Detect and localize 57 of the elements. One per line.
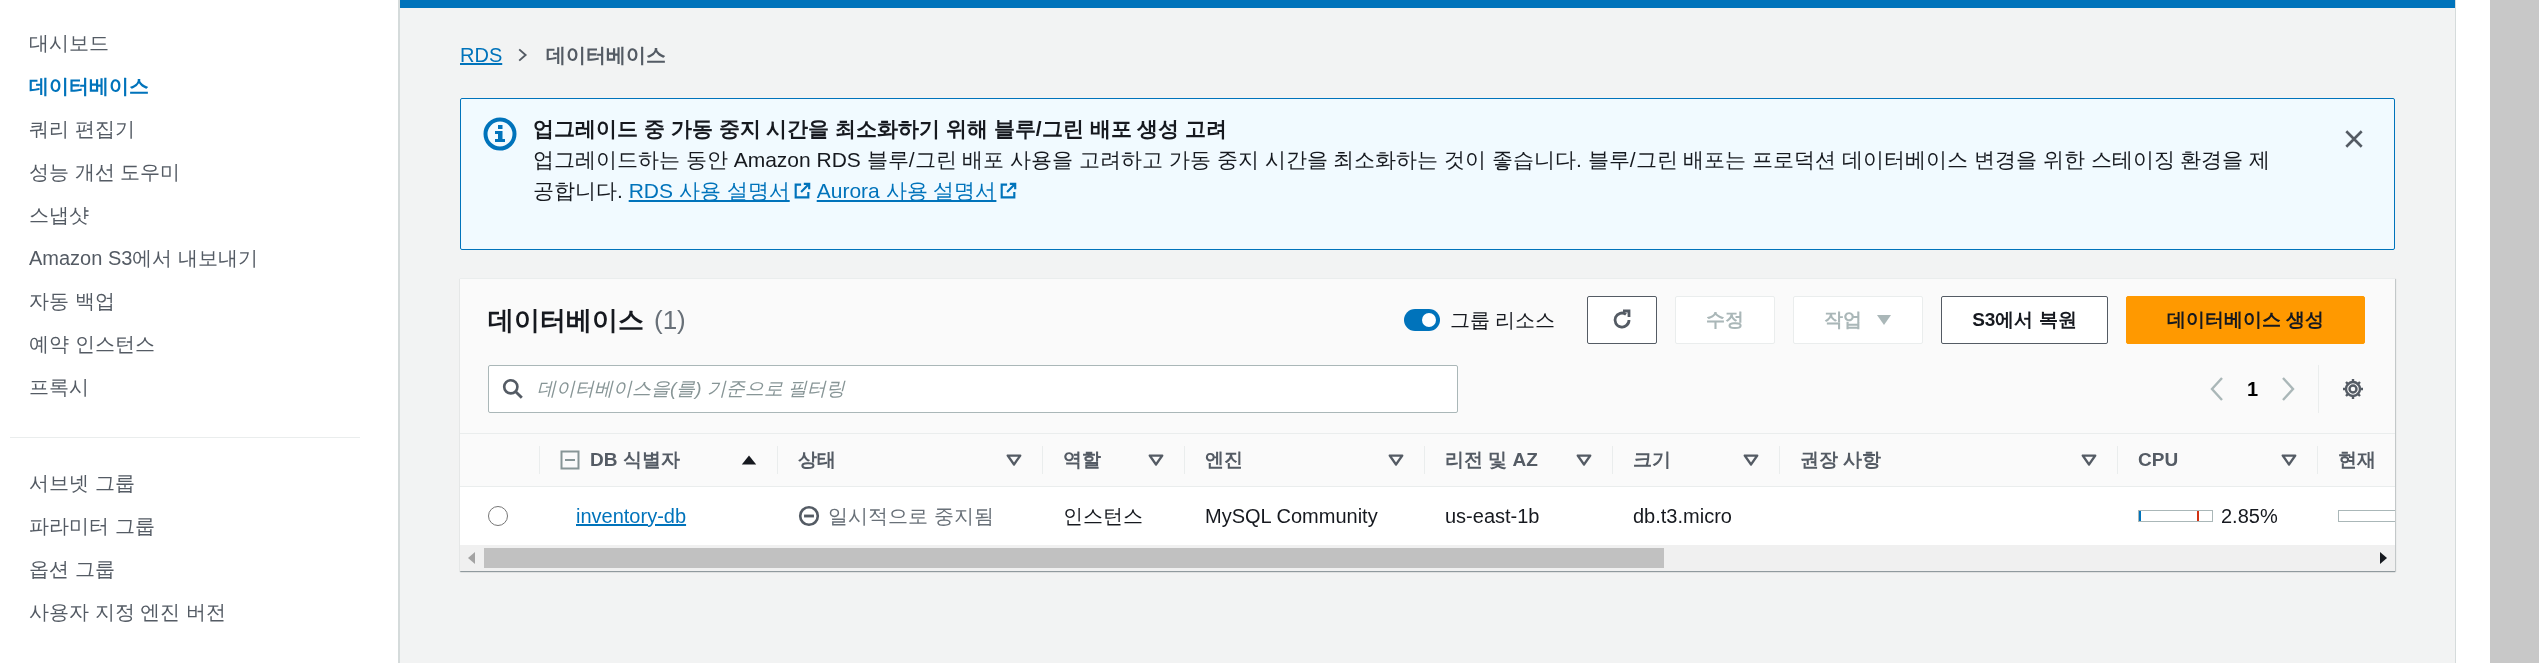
table-cell-text: us-east-1b [1444, 503, 1541, 529]
toggle-label: 그룹 리소스 [1449, 307, 1556, 333]
search-icon [502, 378, 524, 400]
column-header[interactable]: CPU [2118, 433, 2318, 487]
sidebar-item[interactable]: 예약 인스턴스 [0, 323, 398, 366]
breadcrumb-link[interactable]: RDS [460, 43, 503, 67]
column-header[interactable]: 엔진 [1185, 433, 1425, 487]
sidebar-item[interactable]: 대시보드 [0, 22, 398, 65]
settings-button[interactable] [2341, 377, 2365, 401]
breadcrumb-current: 데이터베이스 [546, 42, 667, 68]
table-cell-text: db.t3.micro [1632, 503, 1733, 529]
database-count: (1) [654, 304, 686, 336]
sidebar-item[interactable]: Amazon S3에서 내보내기 [0, 237, 398, 280]
sidebar-item[interactable]: 사용자 지정 엔진 버전 [0, 591, 398, 634]
page-scrollbar[interactable] [2490, 0, 2539, 663]
alert-title: 업그레이드 중 가동 중지 시간을 최소화하기 위해 블루/그린 배포 생성 고려 [533, 116, 1229, 142]
horizontal-scrollbar[interactable] [460, 545, 2395, 571]
external-link-icon [999, 181, 1018, 200]
group-resources-toggle[interactable] [1403, 309, 1440, 331]
info-icon [483, 117, 517, 151]
sidebar-item[interactable]: 쿼리 편집기 [0, 108, 398, 151]
sidebar-item[interactable]: 스냅샷 [0, 194, 398, 237]
column-header[interactable]: 크기 [1613, 433, 1780, 487]
status-text: 일시적으로 중지됨 [828, 503, 994, 529]
column-header[interactable]: 상태 [778, 433, 1043, 487]
action-button[interactable]: S3에서 복원 [1941, 296, 2108, 344]
sidebar-item[interactable]: 데이터베이스 [0, 65, 398, 108]
column-header[interactable]: DB 식별자 [540, 433, 778, 487]
sidebar-item[interactable]: 성능 개선 도우미 [0, 151, 398, 194]
sidebar-item[interactable]: 자동 백업 [0, 280, 398, 323]
documentation-link[interactable]: RDS 사용 설명서 [628, 175, 811, 206]
triangle-left-icon [468, 552, 476, 564]
stopped-icon [798, 505, 820, 527]
sidebar-item[interactable]: 프록시 [0, 366, 398, 409]
caret-down-icon [1876, 313, 1893, 327]
db-identifier-link[interactable]: inventory-db [576, 504, 687, 528]
refresh-button[interactable] [1587, 296, 1658, 344]
triangle-right-icon [2379, 552, 2387, 564]
sidebar-item[interactable]: 서브넷 그룹 [0, 462, 398, 505]
row-radio[interactable] [488, 506, 508, 526]
create-database-button[interactable]: 데이터베이스 생성 [2125, 296, 2365, 344]
alert-text: 업그레이드하는 동안 Amazon RDS 블루/그린 배포 사용을 고려하고 가동 중지 시간을 최소화하는 것이 좋습니다. 블루/그린 배포는 프로덕션 데이터베이스 변경을 위한 스테이징 환경을 제공합니다. RDS 사용 설명서 Aurora 사용 설명서 [533, 144, 2283, 206]
column-header[interactable]: 리전 및 AZ [1425, 433, 1613, 487]
page-number[interactable]: 1 [2246, 377, 2258, 401]
sidebar-item[interactable]: 파라미터 그룹 [0, 505, 398, 548]
column-header[interactable]: 역할 [1043, 433, 1185, 487]
sidebar-item[interactable]: 옵션 그룹 [0, 548, 398, 591]
table-cell-text: 인스턴스 [1062, 503, 1144, 529]
panel-title: 데이터베이스 [488, 303, 644, 337]
cpu-reading: 2.85% [2221, 504, 2278, 528]
column-header[interactable]: 권장 사항 [1780, 433, 2118, 487]
filter-field[interactable]: 데이터베이스을(를) 기준으로 필터링 [488, 365, 1458, 413]
table-cell-text: MySQL Community [1204, 503, 1379, 529]
documentation-link[interactable]: Aurora 사용 설명서 [816, 175, 1018, 206]
meter [2338, 510, 2395, 522]
collapse-icon [560, 450, 580, 470]
external-link-icon [792, 181, 811, 200]
